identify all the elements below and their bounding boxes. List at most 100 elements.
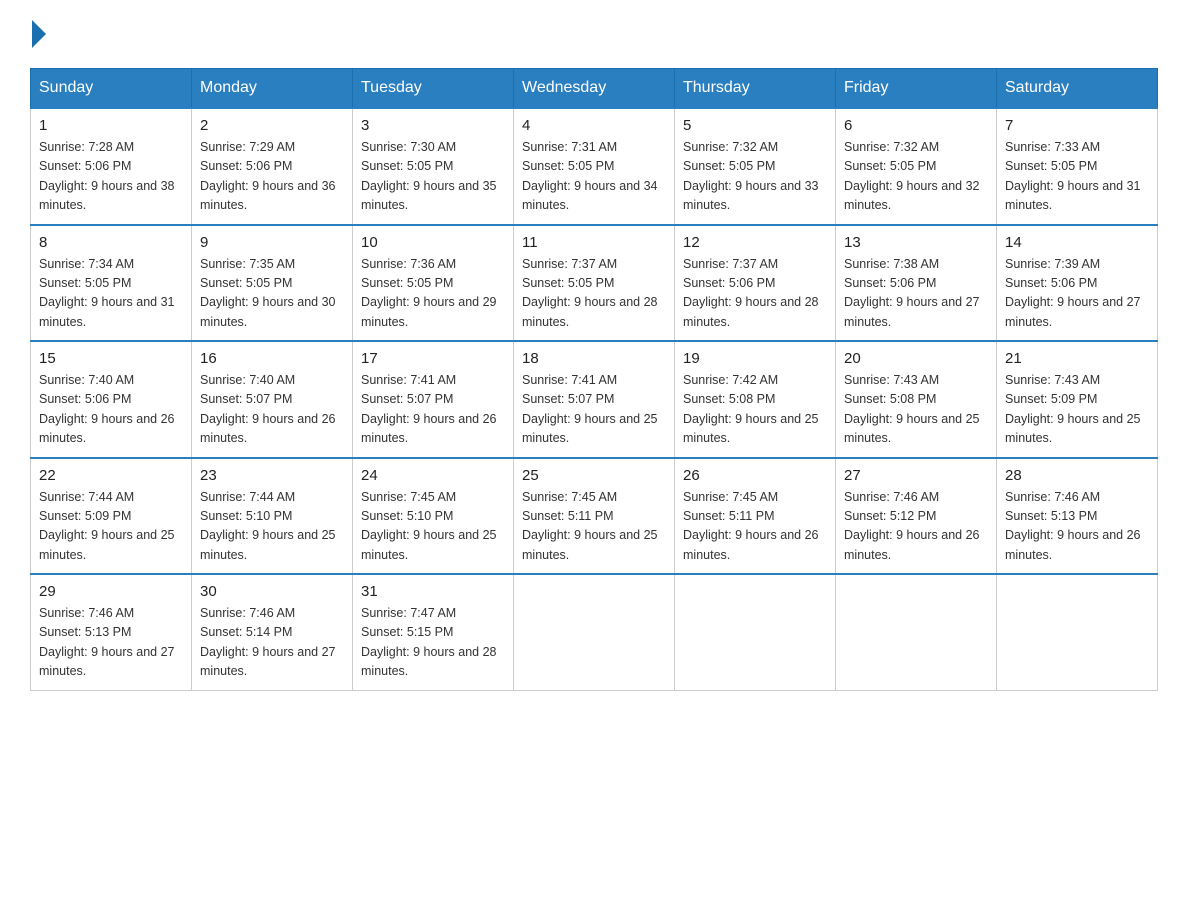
- day-number: 11: [522, 234, 666, 251]
- calendar-cell: 25 Sunrise: 7:45 AMSunset: 5:11 PMDaylig…: [514, 458, 675, 575]
- day-info: Sunrise: 7:28 AMSunset: 5:06 PMDaylight:…: [39, 138, 183, 216]
- day-number: 14: [1005, 234, 1149, 251]
- day-number: 6: [844, 117, 988, 134]
- day-info: Sunrise: 7:37 AMSunset: 5:05 PMDaylight:…: [522, 255, 666, 333]
- weekday-header-tuesday: Tuesday: [353, 69, 514, 109]
- day-info: Sunrise: 7:34 AMSunset: 5:05 PMDaylight:…: [39, 255, 183, 333]
- calendar-cell: 18 Sunrise: 7:41 AMSunset: 5:07 PMDaylig…: [514, 341, 675, 458]
- calendar-cell: 9 Sunrise: 7:35 AMSunset: 5:05 PMDayligh…: [192, 225, 353, 342]
- calendar-cell: 29 Sunrise: 7:46 AMSunset: 5:13 PMDaylig…: [31, 574, 192, 690]
- calendar-cell: 17 Sunrise: 7:41 AMSunset: 5:07 PMDaylig…: [353, 341, 514, 458]
- day-info: Sunrise: 7:45 AMSunset: 5:10 PMDaylight:…: [361, 488, 505, 566]
- day-info: Sunrise: 7:45 AMSunset: 5:11 PMDaylight:…: [683, 488, 827, 566]
- day-number: 12: [683, 234, 827, 251]
- day-number: 30: [200, 583, 344, 600]
- calendar-cell: 28 Sunrise: 7:46 AMSunset: 5:13 PMDaylig…: [997, 458, 1158, 575]
- calendar-cell: 1 Sunrise: 7:28 AMSunset: 5:06 PMDayligh…: [31, 108, 192, 225]
- day-info: Sunrise: 7:36 AMSunset: 5:05 PMDaylight:…: [361, 255, 505, 333]
- day-info: Sunrise: 7:46 AMSunset: 5:13 PMDaylight:…: [39, 604, 183, 682]
- day-info: Sunrise: 7:32 AMSunset: 5:05 PMDaylight:…: [844, 138, 988, 216]
- calendar-cell: 6 Sunrise: 7:32 AMSunset: 5:05 PMDayligh…: [836, 108, 997, 225]
- day-number: 8: [39, 234, 183, 251]
- day-info: Sunrise: 7:32 AMSunset: 5:05 PMDaylight:…: [683, 138, 827, 216]
- calendar-cell: 7 Sunrise: 7:33 AMSunset: 5:05 PMDayligh…: [997, 108, 1158, 225]
- calendar-cell: 16 Sunrise: 7:40 AMSunset: 5:07 PMDaylig…: [192, 341, 353, 458]
- calendar-cell: 19 Sunrise: 7:42 AMSunset: 5:08 PMDaylig…: [675, 341, 836, 458]
- day-info: Sunrise: 7:31 AMSunset: 5:05 PMDaylight:…: [522, 138, 666, 216]
- calendar-cell: 4 Sunrise: 7:31 AMSunset: 5:05 PMDayligh…: [514, 108, 675, 225]
- day-number: 17: [361, 350, 505, 367]
- day-number: 26: [683, 467, 827, 484]
- day-number: 29: [39, 583, 183, 600]
- calendar-week-2: 8 Sunrise: 7:34 AMSunset: 5:05 PMDayligh…: [31, 225, 1158, 342]
- day-number: 2: [200, 117, 344, 134]
- calendar-cell: [836, 574, 997, 690]
- weekday-header-thursday: Thursday: [675, 69, 836, 109]
- day-info: Sunrise: 7:39 AMSunset: 5:06 PMDaylight:…: [1005, 255, 1149, 333]
- day-number: 25: [522, 467, 666, 484]
- calendar-cell: 22 Sunrise: 7:44 AMSunset: 5:09 PMDaylig…: [31, 458, 192, 575]
- weekday-header-wednesday: Wednesday: [514, 69, 675, 109]
- day-number: 10: [361, 234, 505, 251]
- calendar-cell: 27 Sunrise: 7:46 AMSunset: 5:12 PMDaylig…: [836, 458, 997, 575]
- day-info: Sunrise: 7:38 AMSunset: 5:06 PMDaylight:…: [844, 255, 988, 333]
- calendar-cell: 26 Sunrise: 7:45 AMSunset: 5:11 PMDaylig…: [675, 458, 836, 575]
- day-number: 3: [361, 117, 505, 134]
- day-info: Sunrise: 7:41 AMSunset: 5:07 PMDaylight:…: [522, 371, 666, 449]
- day-info: Sunrise: 7:30 AMSunset: 5:05 PMDaylight:…: [361, 138, 505, 216]
- calendar-cell: 30 Sunrise: 7:46 AMSunset: 5:14 PMDaylig…: [192, 574, 353, 690]
- calendar-cell: 20 Sunrise: 7:43 AMSunset: 5:08 PMDaylig…: [836, 341, 997, 458]
- day-number: 28: [1005, 467, 1149, 484]
- calendar-week-3: 15 Sunrise: 7:40 AMSunset: 5:06 PMDaylig…: [31, 341, 1158, 458]
- day-info: Sunrise: 7:29 AMSunset: 5:06 PMDaylight:…: [200, 138, 344, 216]
- calendar-cell: 23 Sunrise: 7:44 AMSunset: 5:10 PMDaylig…: [192, 458, 353, 575]
- calendar-cell: 15 Sunrise: 7:40 AMSunset: 5:06 PMDaylig…: [31, 341, 192, 458]
- day-info: Sunrise: 7:43 AMSunset: 5:09 PMDaylight:…: [1005, 371, 1149, 449]
- day-number: 31: [361, 583, 505, 600]
- calendar-week-4: 22 Sunrise: 7:44 AMSunset: 5:09 PMDaylig…: [31, 458, 1158, 575]
- day-number: 24: [361, 467, 505, 484]
- calendar-cell: [997, 574, 1158, 690]
- calendar-cell: 8 Sunrise: 7:34 AMSunset: 5:05 PMDayligh…: [31, 225, 192, 342]
- day-info: Sunrise: 7:46 AMSunset: 5:12 PMDaylight:…: [844, 488, 988, 566]
- calendar-cell: 11 Sunrise: 7:37 AMSunset: 5:05 PMDaylig…: [514, 225, 675, 342]
- calendar-cell: 31 Sunrise: 7:47 AMSunset: 5:15 PMDaylig…: [353, 574, 514, 690]
- day-number: 15: [39, 350, 183, 367]
- day-info: Sunrise: 7:43 AMSunset: 5:08 PMDaylight:…: [844, 371, 988, 449]
- day-number: 18: [522, 350, 666, 367]
- day-number: 7: [1005, 117, 1149, 134]
- calendar-table: SundayMondayTuesdayWednesdayThursdayFrid…: [30, 68, 1158, 691]
- weekday-header-saturday: Saturday: [997, 69, 1158, 109]
- calendar-cell: 2 Sunrise: 7:29 AMSunset: 5:06 PMDayligh…: [192, 108, 353, 225]
- day-info: Sunrise: 7:46 AMSunset: 5:13 PMDaylight:…: [1005, 488, 1149, 566]
- calendar-cell: [514, 574, 675, 690]
- calendar-cell: 10 Sunrise: 7:36 AMSunset: 5:05 PMDaylig…: [353, 225, 514, 342]
- day-number: 5: [683, 117, 827, 134]
- calendar-cell: 5 Sunrise: 7:32 AMSunset: 5:05 PMDayligh…: [675, 108, 836, 225]
- day-info: Sunrise: 7:42 AMSunset: 5:08 PMDaylight:…: [683, 371, 827, 449]
- day-info: Sunrise: 7:33 AMSunset: 5:05 PMDaylight:…: [1005, 138, 1149, 216]
- day-number: 21: [1005, 350, 1149, 367]
- weekday-header-row: SundayMondayTuesdayWednesdayThursdayFrid…: [31, 69, 1158, 109]
- day-info: Sunrise: 7:40 AMSunset: 5:07 PMDaylight:…: [200, 371, 344, 449]
- day-info: Sunrise: 7:41 AMSunset: 5:07 PMDaylight:…: [361, 371, 505, 449]
- logo: [30, 20, 48, 48]
- logo-arrow-icon: [32, 20, 46, 48]
- day-info: Sunrise: 7:44 AMSunset: 5:09 PMDaylight:…: [39, 488, 183, 566]
- weekday-header-sunday: Sunday: [31, 69, 192, 109]
- day-info: Sunrise: 7:40 AMSunset: 5:06 PMDaylight:…: [39, 371, 183, 449]
- day-info: Sunrise: 7:37 AMSunset: 5:06 PMDaylight:…: [683, 255, 827, 333]
- calendar-cell: [675, 574, 836, 690]
- day-number: 4: [522, 117, 666, 134]
- calendar-cell: 13 Sunrise: 7:38 AMSunset: 5:06 PMDaylig…: [836, 225, 997, 342]
- calendar-cell: 21 Sunrise: 7:43 AMSunset: 5:09 PMDaylig…: [997, 341, 1158, 458]
- day-info: Sunrise: 7:35 AMSunset: 5:05 PMDaylight:…: [200, 255, 344, 333]
- day-number: 23: [200, 467, 344, 484]
- day-number: 22: [39, 467, 183, 484]
- calendar-cell: 24 Sunrise: 7:45 AMSunset: 5:10 PMDaylig…: [353, 458, 514, 575]
- calendar-cell: 12 Sunrise: 7:37 AMSunset: 5:06 PMDaylig…: [675, 225, 836, 342]
- day-number: 1: [39, 117, 183, 134]
- day-number: 19: [683, 350, 827, 367]
- calendar-week-5: 29 Sunrise: 7:46 AMSunset: 5:13 PMDaylig…: [31, 574, 1158, 690]
- page-header: [30, 20, 1158, 48]
